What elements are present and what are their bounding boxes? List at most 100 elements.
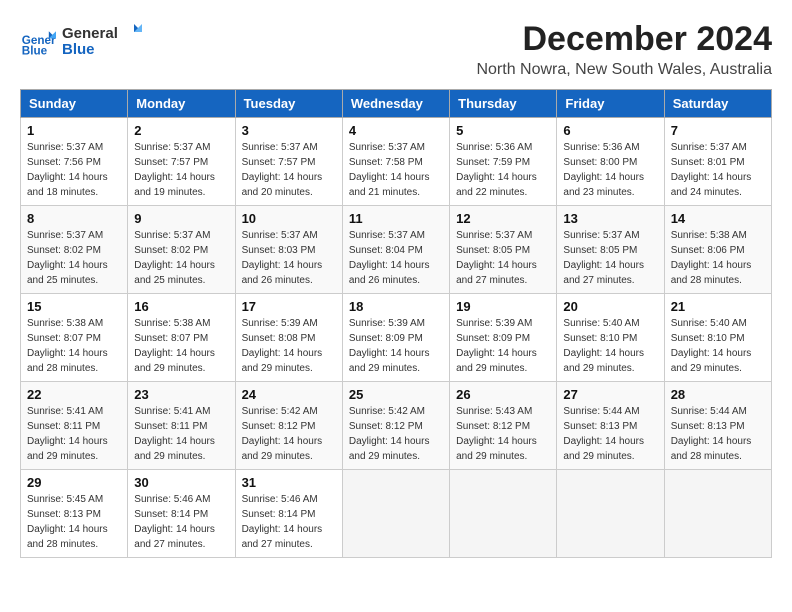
day-number: 3 [242, 123, 336, 138]
calendar-cell: 18 Sunrise: 5:39 AMSunset: 8:09 PMDayligh… [342, 294, 449, 382]
day-info: Sunrise: 5:37 AMSunset: 8:05 PMDaylight:… [563, 228, 657, 288]
day-number: 14 [671, 211, 765, 226]
calendar-cell [342, 470, 449, 558]
day-number: 25 [349, 387, 443, 402]
calendar-cell: 29 Sunrise: 5:45 AMSunset: 8:13 PMDayligh… [21, 470, 128, 558]
calendar-cell: 4Sunrise: 5:37 AMSunset: 7:58 PMDaylight… [342, 118, 449, 206]
logo-wordmark: General Blue [62, 20, 142, 63]
calendar-cell: 16Sunrise: 5:38 AMSunset: 8:07 PMDayligh… [128, 294, 235, 382]
day-number: 23 [134, 387, 228, 402]
day-info: Sunrise: 5:37 AMSunset: 7:57 PMDaylight:… [134, 140, 228, 200]
calendar-week-row: 15Sunrise: 5:38 AMSunset: 8:07 PMDayligh… [21, 294, 772, 382]
weekday-header-row: SundayMondayTuesdayWednesdayThursdayFrid… [21, 90, 772, 118]
calendar-cell: 19Sunrise: 5:39 AMSunset: 8:09 PMDayligh… [450, 294, 557, 382]
day-info: Sunrise: 5:41 AMSunset: 8:11 PMDaylight:… [27, 404, 121, 464]
logo: General Blue General Blue [20, 20, 142, 63]
calendar-cell: 21Sunrise: 5:40 AMSunset: 8:10 PMDayligh… [664, 294, 771, 382]
day-info: Sunrise: 5:36 AMSunset: 7:59 PMDaylight:… [456, 140, 550, 200]
day-info: Sunrise: 5:40 AMSunset: 8:10 PMDaylight:… [671, 316, 765, 376]
day-info: Sunrise: 5:37 AMSunset: 7:57 PMDaylight:… [242, 140, 336, 200]
day-number: 18 [349, 299, 443, 314]
day-number: 13 [563, 211, 657, 226]
weekday-header-tuesday: Tuesday [235, 90, 342, 118]
day-number: 1 [27, 123, 121, 138]
calendar-cell: 14 Sunrise: 5:38 AMSunset: 8:06 PMDayligh… [664, 206, 771, 294]
day-number: 11 [349, 211, 443, 226]
day-number: 9 [134, 211, 228, 226]
day-info: Sunrise: 5:37 AMSunset: 7:56 PMDaylight:… [27, 140, 121, 200]
calendar-cell: 31Sunrise: 5:46 AMSunset: 8:14 PMDayligh… [235, 470, 342, 558]
day-number: 12 [456, 211, 550, 226]
calendar-cell [557, 470, 664, 558]
day-info: Sunrise: 5:37 AMSunset: 8:01 PMDaylight:… [671, 140, 765, 200]
calendar-cell: 11 Sunrise: 5:37 AMSunset: 8:04 PMDayligh… [342, 206, 449, 294]
day-info: Sunrise: 5:37 AMSunset: 7:58 PMDaylight:… [349, 140, 443, 200]
calendar-cell: 24 Sunrise: 5:42 AMSunset: 8:12 PMDayligh… [235, 382, 342, 470]
calendar-cell: 12 Sunrise: 5:37 AMSunset: 8:05 PMDayligh… [450, 206, 557, 294]
weekday-header-wednesday: Wednesday [342, 90, 449, 118]
calendar-cell: 23 Sunrise: 5:41 AMSunset: 8:11 PMDayligh… [128, 382, 235, 470]
calendar-cell: 17Sunrise: 5:39 AMSunset: 8:08 PMDayligh… [235, 294, 342, 382]
day-info: Sunrise: 5:37 AMSunset: 8:05 PMDaylight:… [456, 228, 550, 288]
weekday-header-friday: Friday [557, 90, 664, 118]
calendar-table: SundayMondayTuesdayWednesdayThursdayFrid… [20, 89, 772, 558]
calendar-cell: 5Sunrise: 5:36 AMSunset: 7:59 PMDaylight… [450, 118, 557, 206]
logo-icon: General Blue [20, 24, 56, 60]
calendar-week-row: 8 Sunrise: 5:37 AMSunset: 8:02 PMDaylight… [21, 206, 772, 294]
calendar-cell: 2 Sunrise: 5:37 AMSunset: 7:57 PMDaylight… [128, 118, 235, 206]
day-info: Sunrise: 5:42 AMSunset: 8:12 PMDaylight:… [242, 404, 336, 464]
title-section: December 2024 North Nowra, New South Wal… [476, 20, 772, 79]
calendar-cell: 8 Sunrise: 5:37 AMSunset: 8:02 PMDaylight… [21, 206, 128, 294]
day-number: 16 [134, 299, 228, 314]
calendar-cell: 9 Sunrise: 5:37 AMSunset: 8:02 PMDaylight… [128, 206, 235, 294]
day-number: 20 [563, 299, 657, 314]
day-info: Sunrise: 5:37 AMSunset: 8:04 PMDaylight:… [349, 228, 443, 288]
calendar-cell: 1 Sunrise: 5:37 AMSunset: 7:56 PMDaylight… [21, 118, 128, 206]
day-number: 8 [27, 211, 121, 226]
day-info: Sunrise: 5:45 AMSunset: 8:13 PMDaylight:… [27, 492, 121, 552]
calendar-cell: 3 Sunrise: 5:37 AMSunset: 7:57 PMDaylight… [235, 118, 342, 206]
calendar-week-row: 29 Sunrise: 5:45 AMSunset: 8:13 PMDayligh… [21, 470, 772, 558]
day-number: 30 [134, 475, 228, 490]
day-info: Sunrise: 5:37 AMSunset: 8:02 PMDaylight:… [27, 228, 121, 288]
day-number: 2 [134, 123, 228, 138]
calendar-cell: 25 Sunrise: 5:42 AMSunset: 8:12 PMDayligh… [342, 382, 449, 470]
day-info: Sunrise: 5:38 AMSunset: 8:06 PMDaylight:… [671, 228, 765, 288]
day-info: Sunrise: 5:40 AMSunset: 8:10 PMDaylight:… [563, 316, 657, 376]
day-info: Sunrise: 5:37 AMSunset: 8:03 PMDaylight:… [242, 228, 336, 288]
day-number: 24 [242, 387, 336, 402]
calendar-cell: 28 Sunrise: 5:44 AMSunset: 8:13 PMDayligh… [664, 382, 771, 470]
page-header: General Blue General Blue December 2024 … [20, 20, 772, 79]
calendar-cell: 22 Sunrise: 5:41 AMSunset: 8:11 PMDayligh… [21, 382, 128, 470]
day-info: Sunrise: 5:44 AMSunset: 8:13 PMDaylight:… [563, 404, 657, 464]
day-number: 28 [671, 387, 765, 402]
weekday-header-thursday: Thursday [450, 90, 557, 118]
day-number: 29 [27, 475, 121, 490]
calendar-cell: 7Sunrise: 5:37 AMSunset: 8:01 PMDaylight… [664, 118, 771, 206]
weekday-header-monday: Monday [128, 90, 235, 118]
calendar-cell: 6 Sunrise: 5:36 AMSunset: 8:00 PMDaylight… [557, 118, 664, 206]
day-number: 22 [27, 387, 121, 402]
calendar-week-row: 22 Sunrise: 5:41 AMSunset: 8:11 PMDayligh… [21, 382, 772, 470]
svg-text:Blue: Blue [62, 41, 95, 58]
day-info: Sunrise: 5:36 AMSunset: 8:00 PMDaylight:… [563, 140, 657, 200]
day-number: 31 [242, 475, 336, 490]
weekday-header-saturday: Saturday [664, 90, 771, 118]
month-title: December 2024 [476, 20, 772, 59]
day-info: Sunrise: 5:39 AMSunset: 8:09 PMDaylight:… [349, 316, 443, 376]
day-info: Sunrise: 5:46 AMSunset: 8:14 PMDaylight:… [134, 492, 228, 552]
calendar-week-row: 1 Sunrise: 5:37 AMSunset: 7:56 PMDaylight… [21, 118, 772, 206]
calendar-cell: 10 Sunrise: 5:37 AMSunset: 8:03 PMDayligh… [235, 206, 342, 294]
day-number: 17 [242, 299, 336, 314]
day-info: Sunrise: 5:42 AMSunset: 8:12 PMDaylight:… [349, 404, 443, 464]
day-number: 6 [563, 123, 657, 138]
day-number: 27 [563, 387, 657, 402]
day-number: 10 [242, 211, 336, 226]
day-number: 15 [27, 299, 121, 314]
day-info: Sunrise: 5:41 AMSunset: 8:11 PMDaylight:… [134, 404, 228, 464]
calendar-cell: 27 Sunrise: 5:44 AMSunset: 8:13 PMDayligh… [557, 382, 664, 470]
day-info: Sunrise: 5:44 AMSunset: 8:13 PMDaylight:… [671, 404, 765, 464]
day-info: Sunrise: 5:39 AMSunset: 8:09 PMDaylight:… [456, 316, 550, 376]
day-info: Sunrise: 5:37 AMSunset: 8:02 PMDaylight:… [134, 228, 228, 288]
weekday-header-sunday: Sunday [21, 90, 128, 118]
